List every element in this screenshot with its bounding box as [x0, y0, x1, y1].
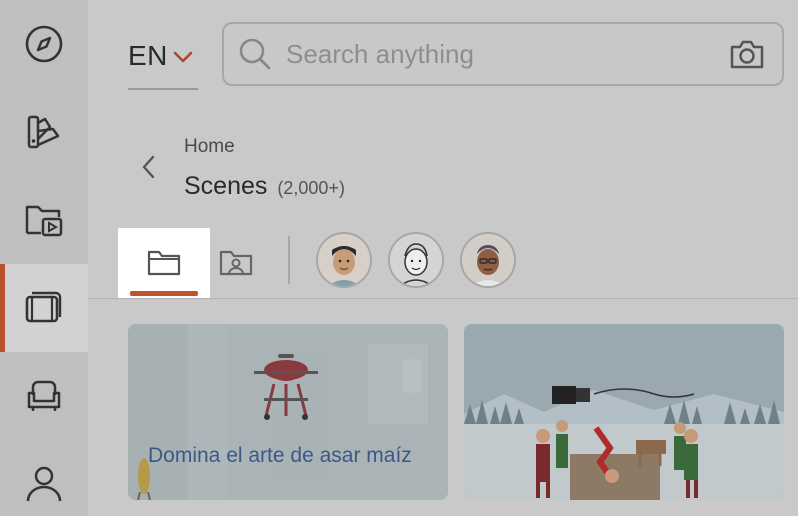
- active-tab-indicator: [130, 291, 198, 296]
- camera-icon[interactable]: [728, 37, 766, 71]
- folder-icon: [147, 250, 181, 276]
- card-caption: Domina el arte de asar maíz: [148, 444, 412, 467]
- tab-bar-separator: [88, 298, 798, 299]
- character-face-icon: [390, 234, 442, 286]
- search-icon: [239, 38, 271, 70]
- person-icon: [26, 466, 62, 502]
- scene-card[interactable]: [464, 324, 784, 500]
- search-bar: [222, 22, 784, 86]
- page-title: Scenes: [184, 172, 268, 200]
- sidebar-item-scenes[interactable]: [0, 264, 88, 352]
- tab-folder[interactable]: [118, 228, 210, 298]
- sidebar-item-characters[interactable]: [0, 440, 88, 516]
- character-face-icon: [318, 234, 370, 286]
- chevron-down-icon: [173, 51, 193, 63]
- back-arrow-icon[interactable]: [138, 152, 160, 182]
- language-label: EN: [128, 40, 168, 71]
- character-avatar-2[interactable]: [388, 232, 444, 288]
- armchair-icon: [27, 380, 61, 411]
- language-selector[interactable]: EN: [128, 40, 198, 90]
- tab-character-folder[interactable]: [210, 228, 262, 298]
- sidebar: [0, 0, 88, 516]
- character-avatar-1[interactable]: [316, 232, 372, 288]
- scene-card[interactable]: Domina el arte de asar maíz: [128, 324, 448, 500]
- sidebar-item-design[interactable]: [0, 88, 88, 176]
- video-folder-icon: [25, 205, 63, 237]
- breadcrumb-home[interactable]: Home: [184, 136, 235, 158]
- sidebar-item-media[interactable]: [0, 176, 88, 264]
- search-input[interactable]: [286, 34, 728, 74]
- page-header: Scenes (2,000+): [184, 172, 345, 201]
- sidebar-item-explore[interactable]: [0, 0, 88, 88]
- christmas-elves-scene-thumbnail: [464, 324, 784, 500]
- sidebar-item-props[interactable]: [0, 352, 88, 440]
- grill-scene-thumbnail: [128, 324, 448, 500]
- main-panel: EN Home Scenes (2,000+): [88, 0, 798, 516]
- tab-divider: [288, 236, 290, 284]
- person-folder-icon: [219, 250, 253, 276]
- item-count: (2,000+): [277, 178, 345, 198]
- compass-icon: [25, 25, 63, 63]
- palette-icon: [27, 115, 60, 149]
- character-avatar-3[interactable]: [460, 232, 516, 288]
- film-icon: [25, 291, 62, 323]
- character-face-icon: [462, 234, 514, 286]
